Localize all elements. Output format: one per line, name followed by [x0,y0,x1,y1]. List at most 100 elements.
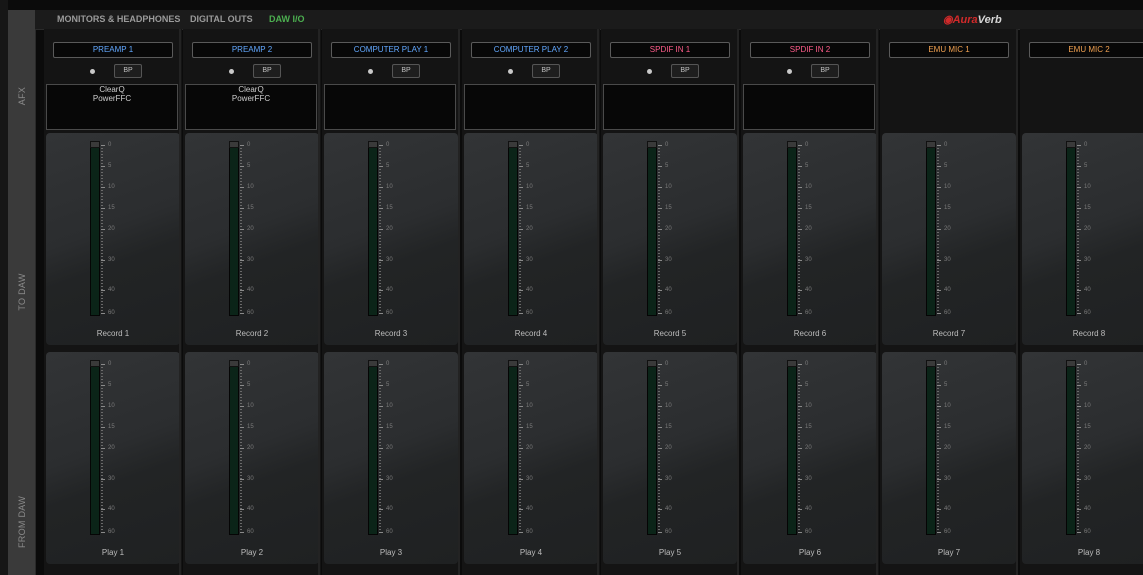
meter-tick-major [379,406,383,407]
meter-tick [519,232,521,233]
meter-tick [937,466,939,467]
meter-tick [240,271,242,272]
channel-name[interactable]: SPDIF IN 1 [610,42,730,58]
meter-tick [519,190,521,191]
bypass-button[interactable]: BP [671,64,699,78]
meter-tick [1077,454,1079,455]
meter-tick [937,475,939,476]
meter-tick [240,502,242,503]
meter-tick [798,418,800,419]
meter-tick [798,439,800,440]
meter-tick [240,418,242,419]
meter-tick [658,220,660,221]
meter-tick-major [101,385,105,386]
afx-slot[interactable] [464,84,596,130]
channel-name[interactable]: EMU MIC 2 [1029,42,1143,58]
channel-name[interactable]: EMU MIC 1 [889,42,1009,58]
meter-tick [1077,457,1079,458]
meter-tick [1077,202,1079,203]
afx-slot[interactable]: ClearQ PowerFFC [46,84,178,130]
meter-tick [658,421,660,422]
meter-tick-major [519,448,523,449]
meter-tick [798,163,800,164]
meter-tick [101,415,103,416]
meter-tick [519,388,521,389]
meter-tick-major [798,166,802,167]
meter-tick [519,475,521,476]
meter-tick [519,379,521,380]
afx-indicator-icon[interactable] [90,69,95,74]
tab-digital-outs[interactable]: DIGITAL OUTS [190,14,253,24]
meter-tick-major [798,448,802,449]
meter-tick [519,307,521,308]
meter-tick-major [519,479,523,480]
meter-scale-label: 10 [944,403,951,409]
meter-tick [937,154,939,155]
bypass-button[interactable]: BP [392,64,420,78]
bypass-button[interactable]: BP [253,64,281,78]
afx-indicator-icon[interactable] [368,69,373,74]
meter-tick [379,307,381,308]
meter-tick [658,199,660,200]
meter-tick [519,376,521,377]
meter-tick-major [798,479,802,480]
channel-name[interactable]: COMPUTER PLAY 1 [331,42,451,58]
meter-tick [101,475,103,476]
meter-tick [240,298,242,299]
afx-slot[interactable]: ClearQ PowerFFC [185,84,317,130]
meter-tick [937,445,939,446]
channel-name[interactable]: SPDIF IN 2 [750,42,870,58]
tab-daw-io[interactable]: DAW I/O [269,14,305,24]
afx-indicator-icon[interactable] [787,69,792,74]
meter-tick [937,202,939,203]
meter-tick [379,196,381,197]
meter-tick [379,244,381,245]
meter-scale-label: 40 [805,506,812,512]
meter-tick [101,202,103,203]
tab-monitors-headphones[interactable]: MONITORS & HEADPHONES [57,14,180,24]
meter-tick [658,382,660,383]
meter-tick [379,391,381,392]
bypass-button[interactable]: BP [114,64,142,78]
meter-tick [658,475,660,476]
afx-slot[interactable] [743,84,875,130]
meter-tick [798,388,800,389]
meter-tick [240,517,242,518]
meter-tick [937,199,939,200]
meter-scale-label: 40 [247,287,254,293]
afx-indicator-icon[interactable] [229,69,234,74]
afx-indicator-icon[interactable] [647,69,652,74]
meter-tick [1077,433,1079,434]
channel-name[interactable]: PREAMP 1 [53,42,173,58]
record-meter-panel: 0 5 10 15 20 30 40 60 Record 3 [324,133,458,345]
meter-tick [240,265,242,266]
meter-tick [798,298,800,299]
meter-tick [101,520,103,521]
afx-indicator-icon[interactable] [508,69,513,74]
meter-tick [658,175,660,176]
afx-slot[interactable] [603,84,735,130]
bypass-button[interactable]: BP [532,64,560,78]
channel-name[interactable]: COMPUTER PLAY 2 [471,42,591,58]
meter-tick [519,274,521,275]
meter-tick-major [658,479,662,480]
meter-tick [1077,190,1079,191]
meter-tick [101,235,103,236]
meter-tick [1077,193,1079,194]
meter-peak-indicator [647,141,657,148]
meter-tick [101,172,103,173]
meter-scale-label: 20 [386,226,393,232]
meter-tick [1077,421,1079,422]
meter-tick [101,232,103,233]
meter-scale-label: 5 [386,163,390,169]
meter-scale-label: 40 [108,287,115,293]
channel-name[interactable]: PREAMP 2 [192,42,312,58]
meter-scale-label: 10 [665,403,672,409]
meter-tick-major [798,260,802,261]
meter-tick [658,496,660,497]
meter-tick-major [379,313,383,314]
bypass-button[interactable]: BP [811,64,839,78]
afx-slot[interactable] [324,84,456,130]
meter-tick [379,253,381,254]
meter-tick [101,484,103,485]
